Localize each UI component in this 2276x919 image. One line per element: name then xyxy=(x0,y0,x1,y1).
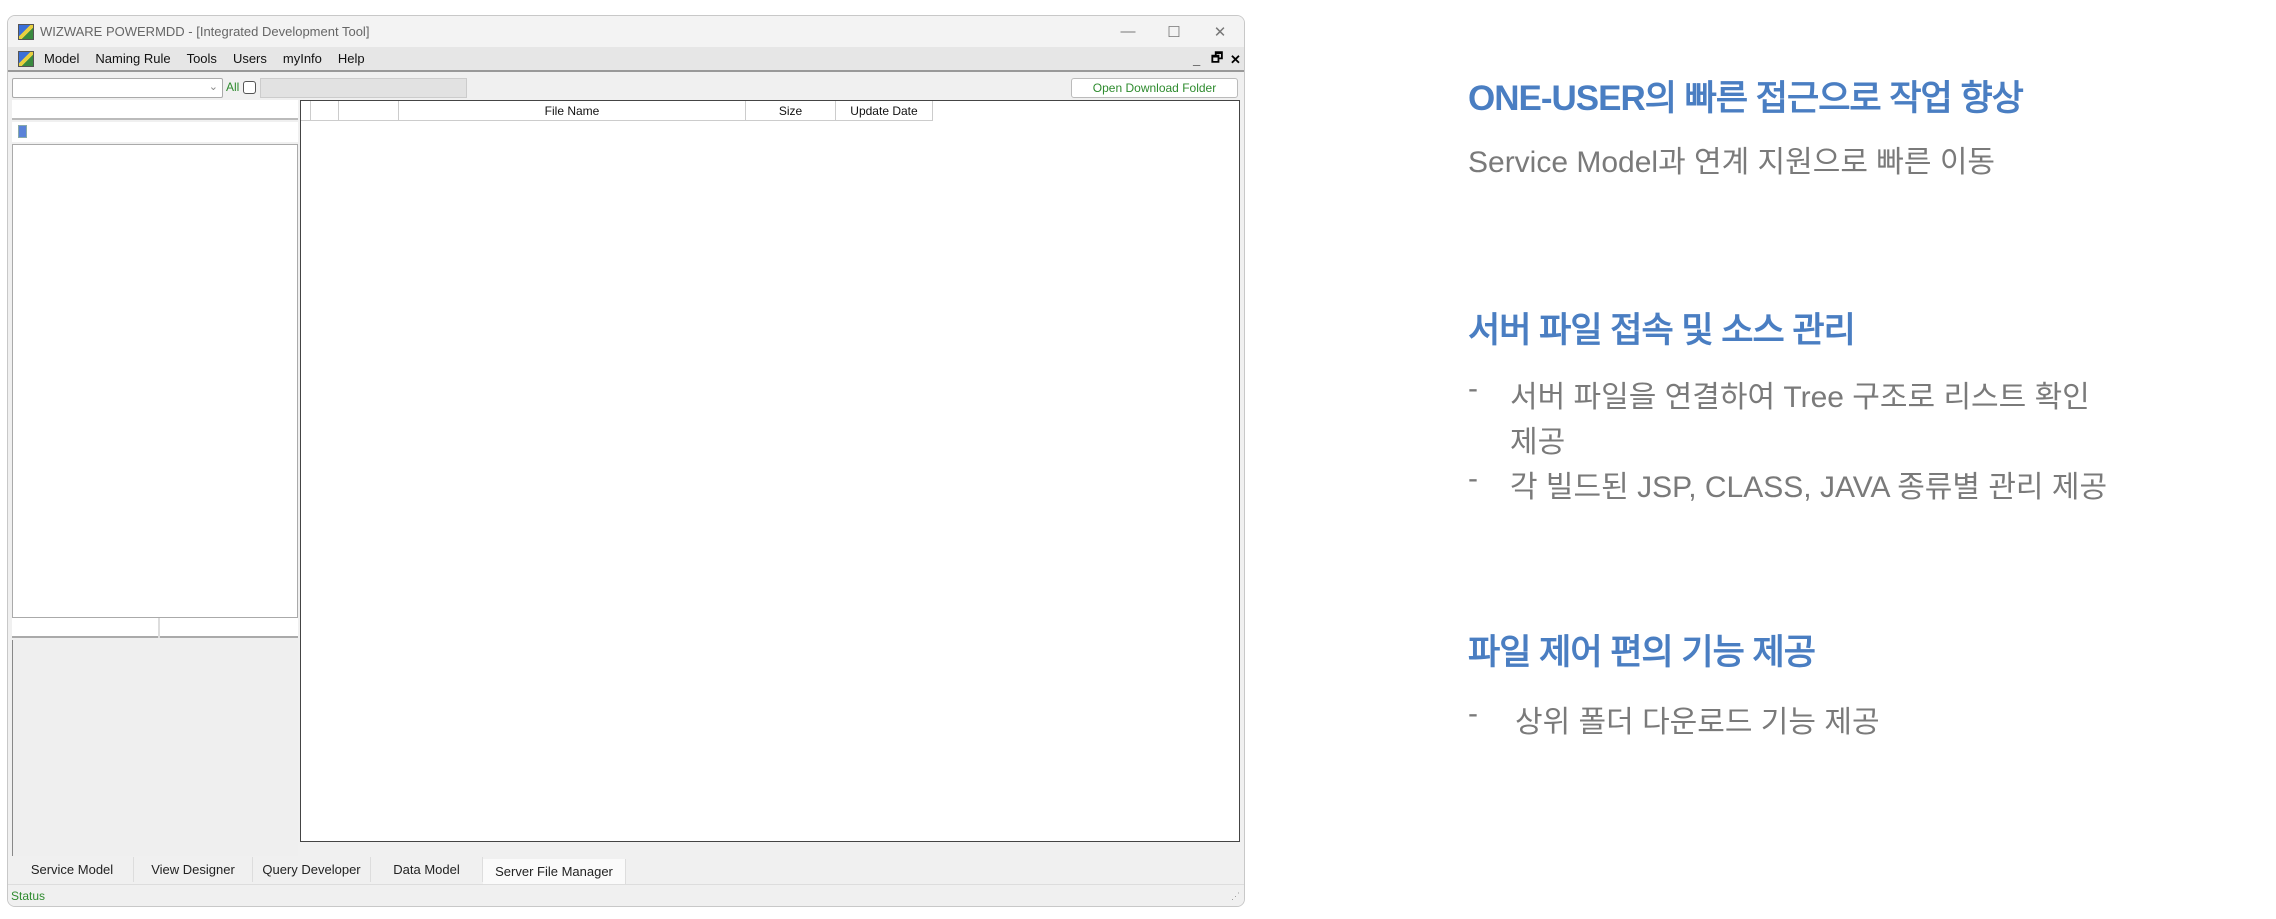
mdi-close-button[interactable]: ✕ xyxy=(1230,47,1241,72)
section2-bullet2: 각 빌드된 JSP, CLASS, JAVA 종류별 관리 제공 xyxy=(1510,471,2108,504)
maximize-button[interactable]: ☐ xyxy=(1154,16,1194,47)
grid-header-file-name[interactable]: File Name xyxy=(399,101,746,121)
all-checkbox[interactable] xyxy=(243,81,256,94)
tab-view-designer[interactable]: View Designer xyxy=(134,857,253,882)
mdi-logo-icon xyxy=(18,50,34,67)
menu-help[interactable]: Help xyxy=(338,51,365,66)
section2-bullet1-cont: 제공 xyxy=(1510,426,1566,459)
path-field[interactable] xyxy=(12,100,298,120)
section2-bullet1: 서버 파일을 연결하여 Tree 구조로 리스트 확인 xyxy=(1510,381,2090,414)
menu-model[interactable]: Model xyxy=(44,51,79,66)
open-download-folder-button[interactable]: Open Download Folder xyxy=(1071,78,1238,98)
tree-toolbar xyxy=(12,122,298,142)
all-label: All xyxy=(226,80,240,94)
status-bar: Status ⋰ xyxy=(8,884,1244,906)
tab-query-developer[interactable]: Query Developer xyxy=(253,857,371,882)
section1-heading: ONE-USER의 빠른 접근으로 작업 향상 xyxy=(1468,79,2024,118)
resize-grip-icon[interactable]: ⋰ xyxy=(1231,891,1240,902)
tab-data-model[interactable]: Data Model xyxy=(371,857,483,882)
bullet-dash: - xyxy=(1468,372,1478,405)
section1-text: Service Model과 연계 지원으로 빠른 이동 xyxy=(1468,146,1996,179)
grid-header-col0[interactable] xyxy=(301,101,311,121)
bullet-dash: - xyxy=(1468,462,1478,495)
app-logo-icon xyxy=(18,23,34,40)
menu-naming-rule[interactable]: Naming Rule xyxy=(95,51,170,66)
grid-header-update-date[interactable]: Update Date xyxy=(836,101,933,121)
mdi-minimize-button[interactable]: _ xyxy=(1193,47,1200,72)
grid-header-col2[interactable] xyxy=(339,101,399,121)
file-grid[interactable] xyxy=(300,100,1240,842)
tab-server-file-manager[interactable]: Server File Manager xyxy=(483,859,626,884)
bullet-dash: - xyxy=(1468,697,1478,730)
title-bar: WIZWARE POWERMDD - [Integrated Developme… xyxy=(8,16,1244,47)
grid-header-col1[interactable] xyxy=(311,101,339,121)
menu-bar: Model Naming Rule Tools Users myInfo Hel… xyxy=(8,47,1244,72)
splitter-row xyxy=(12,618,298,638)
filter-field[interactable] xyxy=(260,78,467,98)
tab-service-model[interactable]: Service Model xyxy=(11,857,134,882)
folder-tree[interactable] xyxy=(12,144,298,618)
section3-bullet1: 상위 폴더 다운로드 기능 제공 xyxy=(1515,706,1880,739)
menu-tools[interactable]: Tools xyxy=(187,51,217,66)
chevron-down-icon: ⌄ xyxy=(208,81,218,93)
window-title: WIZWARE POWERMDD - [Integrated Developme… xyxy=(40,24,370,39)
mdi-restore-button[interactable]: 🗗 xyxy=(1211,47,1223,72)
section3-heading: 파일 제어 편의 기능 제공 xyxy=(1468,633,1816,672)
close-button[interactable]: ✕ xyxy=(1200,16,1240,47)
grid-header-size[interactable]: Size xyxy=(746,101,836,121)
menu-myinfo[interactable]: myInfo xyxy=(283,51,322,66)
model-combo[interactable]: ⌄ xyxy=(12,78,223,98)
app-window: WIZWARE POWERMDD - [Integrated Developme… xyxy=(7,15,1245,907)
detail-panel xyxy=(12,640,298,856)
expand-icon[interactable] xyxy=(18,125,27,138)
section2-heading: 서버 파일 접속 및 소스 관리 xyxy=(1468,311,1856,350)
minimize-button[interactable]: — xyxy=(1108,16,1148,47)
splitter-handle[interactable] xyxy=(158,618,160,638)
status-text: Status xyxy=(11,889,46,903)
menu-users[interactable]: Users xyxy=(233,51,267,66)
